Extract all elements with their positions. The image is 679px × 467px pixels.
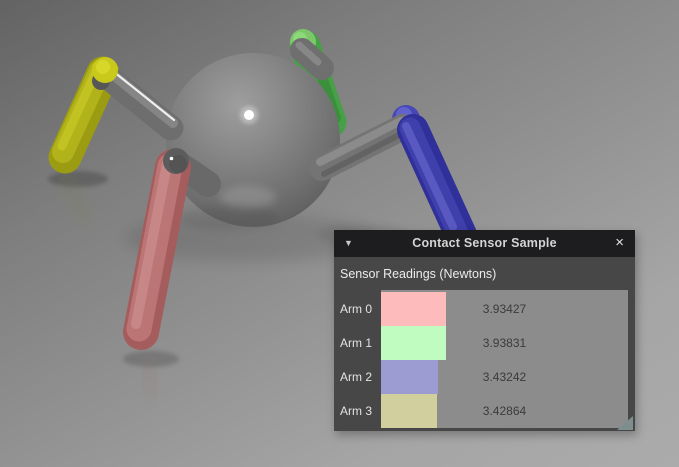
- arm-value: 3.93831: [381, 326, 628, 360]
- panel-title: Contact Sensor Sample: [334, 230, 635, 257]
- close-icon[interactable]: ×: [615, 230, 624, 257]
- section-label: Sensor Readings (Newtons): [340, 264, 496, 284]
- contact-sensor-panel: ▼ Contact Sensor Sample × Sensor Reading…: [334, 230, 635, 431]
- arm-value: 3.43242: [381, 360, 628, 394]
- arm-value: 3.42864: [381, 394, 628, 428]
- arm-label: Arm 1: [340, 326, 380, 360]
- robot-body: [166, 53, 340, 230]
- pink-knee-specular: [170, 157, 174, 161]
- arm-label: Arm 0: [340, 292, 380, 326]
- robot-leg-yellow: [62, 57, 174, 157]
- arm-value: 3.93427: [381, 292, 628, 326]
- arm-label: Arm 2: [340, 360, 380, 394]
- body-specular: [240, 106, 258, 124]
- arm-label: Arm 3: [340, 394, 380, 428]
- panel-titlebar[interactable]: ▼ Contact Sensor Sample ×: [334, 230, 635, 257]
